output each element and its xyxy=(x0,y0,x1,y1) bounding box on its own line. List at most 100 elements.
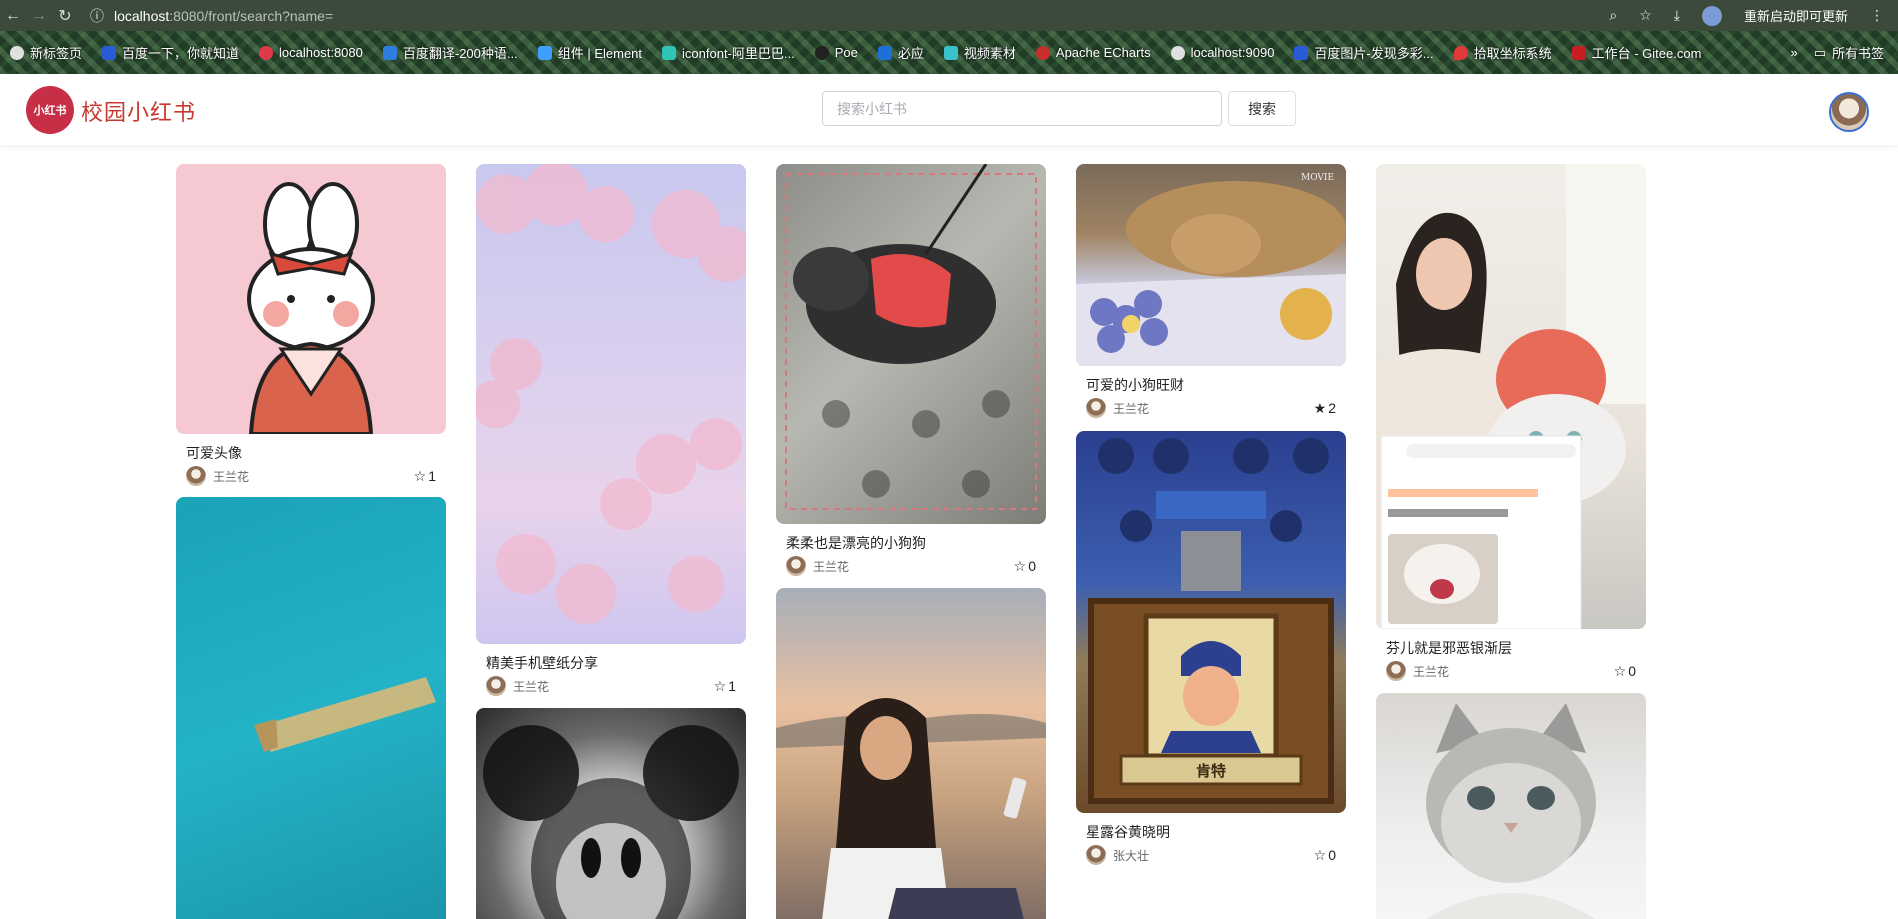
like-button[interactable]: ☆ 0 xyxy=(1314,847,1336,864)
app-header: 小红书 校园小红书 搜索 xyxy=(0,74,1898,145)
like-count: 1 xyxy=(428,468,436,484)
url-path: :8080/front/search?name= xyxy=(169,7,334,24)
bookmark-item[interactable]: 工作台 - Gitee.com xyxy=(1562,43,1712,62)
author-name[interactable]: 王兰花 xyxy=(213,468,249,485)
like-button[interactable]: ★ 2 xyxy=(1314,400,1336,417)
back-icon[interactable]: ← xyxy=(0,7,26,25)
bookmark-item[interactable]: iconfont-阿里巴巴... xyxy=(652,43,805,62)
post-card[interactable] xyxy=(776,588,1046,919)
post-card[interactable] xyxy=(176,497,446,919)
post-image[interactable] xyxy=(476,164,746,644)
author-name[interactable]: 王兰花 xyxy=(1113,400,1149,417)
address-bar[interactable]: ⓘ localhost:8080/front/search?name= xyxy=(90,6,333,26)
post-title[interactable]: 精美手机壁纸分享 xyxy=(486,653,746,673)
post-image[interactable] xyxy=(176,164,446,434)
post-card[interactable] xyxy=(476,708,746,919)
bookmark-item[interactable]: 组件 | Element xyxy=(528,43,652,62)
url-host: localhost xyxy=(114,7,170,24)
like-button[interactable]: ☆ 0 xyxy=(1614,663,1636,680)
post-image[interactable] xyxy=(1376,693,1646,919)
post-meta: 王兰花 ★ 2 xyxy=(1086,398,1346,418)
bookmark-item[interactable]: 新标签页 xyxy=(0,43,92,62)
author-avatar[interactable] xyxy=(786,556,806,576)
dog-photo xyxy=(785,164,1037,510)
zoom-icon[interactable]: ⌕ xyxy=(1609,7,1617,24)
user-avatar[interactable] xyxy=(1829,92,1869,132)
globe-icon xyxy=(10,45,24,60)
element-icon xyxy=(537,45,552,60)
bookmark-star-icon[interactable]: ☆ xyxy=(1639,7,1652,24)
download-icon[interactable]: ⤓ xyxy=(1674,7,1680,24)
portrait-photo xyxy=(776,698,1046,919)
author-name[interactable]: 王兰花 xyxy=(813,558,849,575)
author-avatar[interactable] xyxy=(1386,661,1406,681)
author-avatar[interactable] xyxy=(186,466,206,486)
menu-kebab-icon[interactable]: ⋮ xyxy=(1870,7,1884,24)
search-button[interactable]: 搜索 xyxy=(1228,91,1296,126)
profile-avatar[interactable] xyxy=(1701,5,1722,26)
forward-icon[interactable]: → xyxy=(26,7,52,25)
baidu-icon xyxy=(102,45,117,60)
author-avatar[interactable] xyxy=(1086,845,1106,865)
woman-cat-photo xyxy=(1376,164,1646,629)
bookmark-item[interactable]: 百度一下，你就知道 xyxy=(92,43,249,62)
post-image[interactable] xyxy=(476,708,746,919)
like-count: 2 xyxy=(1328,400,1336,416)
post-card[interactable]: MOVIE 可爱的小狗旺财 王兰花 ★ 2 xyxy=(1076,164,1346,418)
bookmarks-overflow-button[interactable]: » xyxy=(1780,45,1807,60)
post-title[interactable]: 柔柔也是漂亮的小狗狗 xyxy=(786,533,1046,553)
post-image[interactable] xyxy=(176,497,446,919)
author-avatar[interactable] xyxy=(486,676,506,696)
site-info-icon[interactable]: ⓘ xyxy=(90,6,104,26)
mickey-photo xyxy=(483,725,739,919)
browser-toolbar: ← → ↻ ⓘ localhost:8080/front/search?name… xyxy=(0,0,1898,31)
reload-icon[interactable]: ↻ xyxy=(52,6,78,26)
like-button[interactable]: ☆ 1 xyxy=(714,678,736,695)
bookmark-item[interactable]: 拾取坐标系统 xyxy=(1444,43,1562,62)
post-image[interactable]: 肯特 xyxy=(1076,431,1346,813)
post-card[interactable]: 精美手机壁纸分享 王兰花 ☆ 1 xyxy=(476,164,746,696)
star-icon: ☆ xyxy=(1013,557,1027,574)
folder-icon: ▭ xyxy=(1813,44,1826,60)
post-card[interactable] xyxy=(1376,693,1646,919)
post-title[interactable]: 星露谷黄晓明 xyxy=(1086,822,1346,842)
star-icon: ☆ xyxy=(1313,846,1327,863)
post-title[interactable]: 可爱的小狗旺财 xyxy=(1086,375,1346,395)
bookmark-item[interactable]: localhost:8080 xyxy=(249,45,373,60)
author-name[interactable]: 王兰花 xyxy=(513,678,549,695)
bookmark-item[interactable]: 视频素材 xyxy=(934,43,1026,62)
bookmark-item[interactable]: Poe xyxy=(805,45,868,60)
post-image[interactable]: MOVIE xyxy=(1076,164,1346,366)
author-name[interactable]: 王兰花 xyxy=(1413,663,1449,680)
restart-update-button[interactable]: 重新启动即可更新 xyxy=(1744,6,1848,25)
post-image[interactable] xyxy=(1376,164,1646,629)
author-name[interactable]: 张大壮 xyxy=(1113,847,1149,864)
baidu-image-icon xyxy=(1294,45,1309,60)
bookmark-item[interactable]: 必应 xyxy=(868,43,934,62)
search-input[interactable] xyxy=(822,91,1222,126)
post-card[interactable]: 可爱头像 王兰花 ☆ 1 xyxy=(176,164,446,486)
app-name[interactable]: 校园小红书 xyxy=(81,95,196,127)
bookmark-item[interactable]: localhost:9090 xyxy=(1161,45,1285,60)
like-button[interactable]: ☆ 1 xyxy=(414,468,436,485)
bookmarks-bar: 新标签页 百度一下，你就知道 localhost:8080 百度翻译-200种语… xyxy=(0,31,1898,74)
all-bookmarks-button[interactable]: ▭ 所有书签 xyxy=(1808,43,1898,62)
like-count: 0 xyxy=(1628,663,1636,679)
logo-badge[interactable]: 小红书 xyxy=(26,86,74,134)
water-photo xyxy=(254,677,436,752)
star-icon: ☆ xyxy=(713,677,727,694)
star-icon: ☆ xyxy=(413,467,427,484)
bookmark-item[interactable]: 百度图片-发现多彩... xyxy=(1284,43,1443,62)
like-count: 0 xyxy=(1028,558,1036,574)
post-image[interactable] xyxy=(776,164,1046,524)
author-avatar[interactable] xyxy=(1086,398,1106,418)
post-image[interactable] xyxy=(776,588,1046,919)
post-title[interactable]: 可爱头像 xyxy=(186,443,446,463)
post-card[interactable]: 芬儿就是邪恶银渐层 王兰花 ☆ 0 xyxy=(1376,164,1646,681)
like-button[interactable]: ☆ 0 xyxy=(1014,558,1036,575)
post-card[interactable]: 柔柔也是漂亮的小狗狗 王兰花 ☆ 0 xyxy=(776,164,1046,576)
post-card[interactable]: 肯特 星露谷黄晓明 张大壮 ☆ 0 xyxy=(1076,431,1346,865)
post-title[interactable]: 芬儿就是邪恶银渐层 xyxy=(1386,638,1646,658)
bookmark-item[interactable]: 百度翻译-200种语... xyxy=(373,43,528,62)
bookmark-item[interactable]: Apache ECharts xyxy=(1026,45,1161,60)
